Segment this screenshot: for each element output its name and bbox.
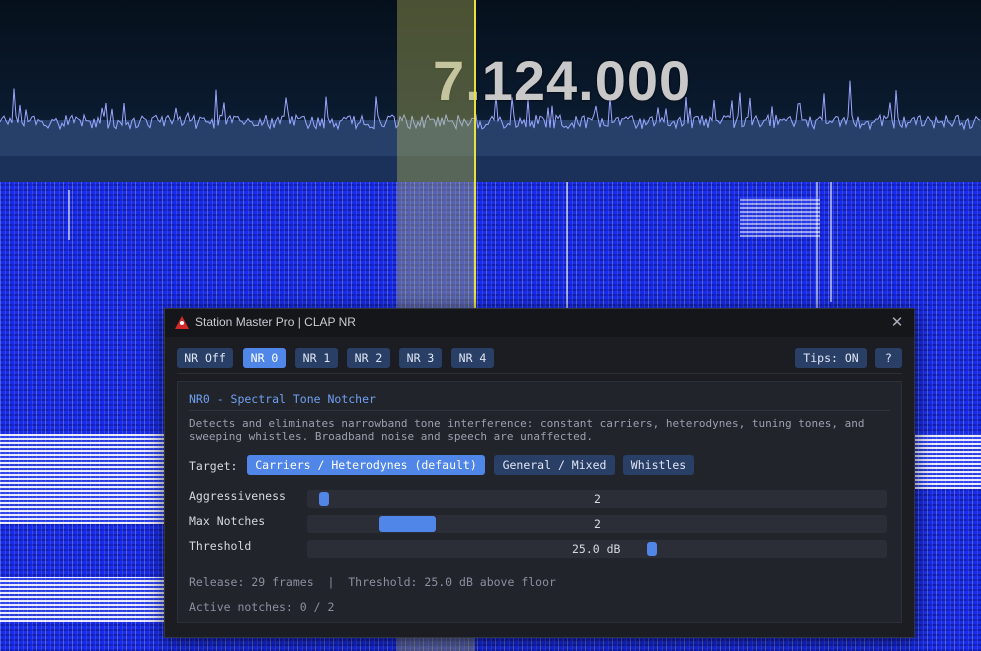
target-label: Target: [189, 459, 238, 473]
max-notches-slider-thumb[interactable] [378, 516, 436, 532]
waterfall-noise-burst [740, 197, 820, 237]
threshold-slider[interactable]: 25.0 dB [307, 540, 887, 558]
clap-nr-dialog: Station Master Pro | CLAP NR ✕ NR Off NR… [164, 308, 915, 638]
aggressiveness-slider-thumb[interactable] [319, 492, 329, 506]
target-general-button[interactable]: General / Mixed [494, 455, 615, 475]
waterfall-noise-burst [0, 434, 165, 524]
target-whistles-button[interactable]: Whistles [623, 455, 694, 475]
section-title: NR0 - Spectral Tone Notcher [189, 392, 376, 406]
nr-off-button[interactable]: NR Off [177, 348, 233, 368]
nr-1-button[interactable]: NR 1 [295, 348, 338, 368]
nr-0-button[interactable]: NR 0 [243, 348, 286, 368]
aggressiveness-slider[interactable]: 2 [307, 490, 887, 508]
warning-triangle-icon [175, 316, 189, 329]
aggressiveness-label: Aggressiveness [189, 489, 286, 503]
description-text: Detects and eliminates narrowband tone i… [189, 417, 865, 443]
spectrum-display[interactable]: 7.124.000 [0, 0, 981, 182]
nr-3-button[interactable]: NR 3 [399, 348, 442, 368]
dialog-titlebar[interactable]: Station Master Pro | CLAP NR ✕ [165, 309, 914, 337]
target-carriers-button[interactable]: Carriers / Heterodynes (default) [247, 455, 485, 475]
dialog-title: Station Master Pro | CLAP NR [195, 315, 356, 329]
waterfall-noise-burst [0, 577, 165, 622]
aggressiveness-value: 2 [594, 492, 601, 506]
waterfall-signal-trace [68, 190, 70, 240]
max-notches-value: 2 [594, 517, 601, 531]
nr0-settings-panel: NR0 - Spectral Tone Notcher Detects and … [177, 381, 902, 623]
max-notches-slider[interactable]: 2 [307, 515, 887, 533]
section-divider [189, 410, 890, 411]
tuning-line[interactable] [474, 0, 476, 310]
help-button[interactable]: ? [875, 348, 902, 368]
toolbar-divider [177, 373, 902, 374]
close-icon[interactable]: ✕ [888, 313, 906, 331]
threshold-slider-thumb[interactable] [646, 542, 657, 556]
tips-toggle-button[interactable]: Tips: ON [795, 348, 867, 368]
max-notches-label: Max Notches [189, 514, 266, 528]
nr-4-button[interactable]: NR 4 [451, 348, 494, 368]
threshold-value: 25.0 dB [572, 542, 621, 556]
threshold-label: Threshold [189, 539, 252, 553]
status-line: Release: 29 frames | Threshold: 25.0 dB … [189, 575, 556, 589]
waterfall-signal-trace [566, 182, 568, 312]
active-notches-count: Active notches: 0 / 2 [189, 600, 335, 614]
waterfall-signal-trace [830, 182, 832, 302]
nr-2-button[interactable]: NR 2 [347, 348, 390, 368]
waterfall-noise-burst [914, 434, 981, 489]
